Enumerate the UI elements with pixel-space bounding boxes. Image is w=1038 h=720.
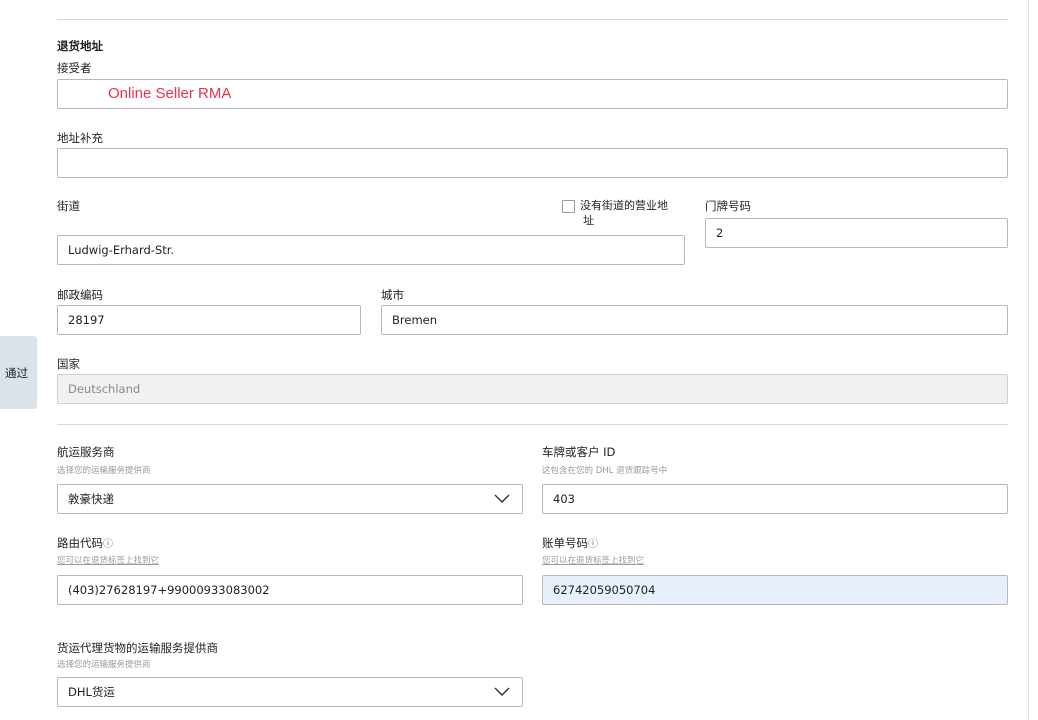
street-value: Ludwig-Erhard-Str. [68, 243, 175, 257]
bill-number-label: 账单号码ⓘ [542, 535, 598, 551]
no-street-label-line1: 没有街道的营业地 [580, 199, 668, 212]
freight-carrier-hint: 选择您的运输服务提供商 [57, 660, 151, 670]
info-icon[interactable]: ⓘ [103, 539, 113, 550]
routing-code-hint[interactable]: 您可以在退货标签上找到它 [57, 554, 159, 566]
bill-number-input[interactable]: 62742059050704 [542, 575, 1008, 605]
info-icon[interactable]: ⓘ [588, 539, 598, 550]
carrier-label: 航运服务商 [57, 445, 115, 459]
customer-id-value: 403 [553, 492, 575, 506]
customer-id-label: 车牌或客户 ID [542, 445, 616, 459]
no-street-checkbox[interactable] [562, 200, 575, 213]
freight-carrier-value: DHL货运 [68, 685, 115, 699]
street-input[interactable]: Ludwig-Erhard-Str. [57, 235, 685, 265]
city-value: Bremen [392, 313, 438, 327]
freight-carrier-label: 货运代理货物的运输服务提供商 [57, 641, 218, 655]
street-label: 街道 [57, 199, 80, 213]
city-label: 城市 [381, 288, 404, 302]
country-value: Deutschland [68, 382, 141, 396]
scrollbar[interactable] [1028, 0, 1038, 720]
house-number-value: 2 [716, 226, 724, 240]
no-street-checkbox-label: 没有街道的营业地 址 [580, 198, 668, 228]
section-divider [57, 424, 1008, 425]
address-supplement-label: 地址补充 [57, 131, 103, 145]
carrier-value: 敦豪快递 [68, 492, 114, 506]
city-input[interactable]: Bremen [381, 305, 1008, 335]
bill-number-hint[interactable]: 您可以在退货标签上找到它 [542, 554, 644, 566]
house-number-label: 门牌号码 [705, 199, 751, 213]
customer-id-input[interactable]: 403 [542, 484, 1008, 514]
country-input: Deutschland [57, 374, 1008, 404]
customer-id-hint: 这包含在您的 DHL 退货跟踪号中 [542, 466, 668, 476]
address-supplement-input[interactable] [57, 148, 1008, 178]
carrier-hint: 选择您的运输服务提供商 [57, 466, 151, 476]
country-label: 国家 [57, 357, 80, 371]
postal-code-label: 邮政编码 [57, 288, 103, 302]
no-street-label-line2: 址 [583, 214, 594, 227]
routing-code-label: 路由代码ⓘ [57, 535, 113, 551]
recipient-value: Online Seller RMA [108, 85, 232, 102]
top-divider [57, 19, 1008, 20]
postal-code-input[interactable]: 28197 [57, 305, 361, 335]
bill-number-value: 62742059050704 [553, 583, 656, 597]
recipient-input[interactable]: Online Seller RMA [57, 79, 1008, 109]
chevron-down-icon [494, 687, 510, 696]
carrier-select[interactable]: 敦豪快递 [57, 484, 523, 514]
bill-number-label-text: 账单号码 [542, 536, 588, 550]
routing-code-label-text: 路由代码 [57, 536, 103, 550]
chevron-down-icon [494, 494, 510, 503]
freight-carrier-select[interactable]: DHL货运 [57, 677, 523, 707]
side-tab-label: 通过 [5, 366, 28, 380]
recipient-label: 接受者 [57, 61, 92, 75]
postal-code-value: 28197 [68, 313, 105, 327]
house-number-input[interactable]: 2 [705, 218, 1008, 248]
section-title-return-address: 退货地址 [57, 39, 103, 53]
side-tab[interactable]: 通过 [0, 336, 37, 409]
routing-code-value: (403)27628197+99000933083002 [68, 583, 270, 597]
routing-code-input[interactable]: (403)27628197+99000933083002 [57, 575, 523, 605]
